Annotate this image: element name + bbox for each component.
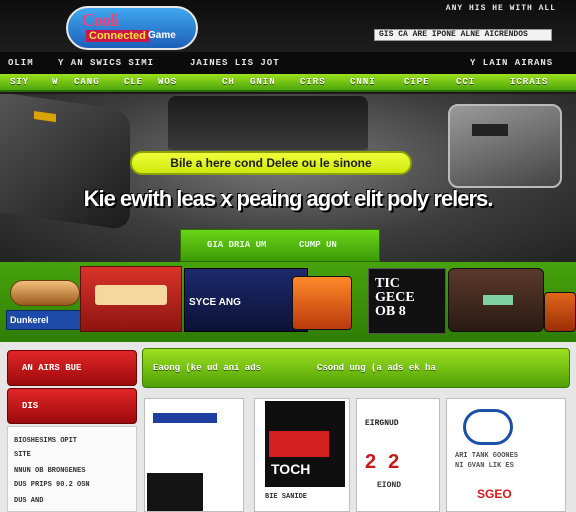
sidebar-button-label: DIS — [22, 401, 39, 411]
hero-headline: Kie ewith leas x peaing agot elit poly r… — [83, 186, 494, 211]
logo-subtext: Connected — [86, 30, 149, 42]
product-image[interactable]: SYCE ANG — [184, 268, 308, 332]
product-image[interactable] — [544, 292, 576, 332]
subnav-item[interactable]: Y AN SWICS SIMI — [58, 58, 154, 68]
product-label: Dunkerel — [10, 315, 49, 325]
product-image[interactable] — [448, 268, 544, 332]
nav-item[interactable]: CLE — [124, 77, 143, 87]
content-tab-bar: Eaong (ke ud ani ads Csond ung (a ads ek… — [142, 348, 570, 388]
product-image[interactable] — [80, 266, 182, 332]
card-caption: BIE SANIDE — [265, 493, 308, 501]
nav-item[interactable]: W — [52, 77, 58, 87]
hero-cta-bar[interactable]: GIA DRIA UM CUMP UN — [180, 229, 380, 262]
nav-item[interactable]: CANG — [74, 77, 100, 87]
sidebar-button[interactable]: DIS — [7, 388, 137, 424]
nav-item[interactable]: CH — [222, 77, 235, 87]
brand-logo — [463, 409, 513, 445]
sidebar-line[interactable]: DUS PRIPS 90.2 OSN — [14, 481, 90, 489]
search-bar[interactable]: GIS CA ARE IPONE ALNE AICRENDOS — [374, 29, 552, 41]
subnav-item[interactable]: JAINES LIS JOT — [190, 58, 280, 68]
nav-item[interactable]: WOS — [158, 77, 177, 87]
subnav-item[interactable]: Y LAIN AIRANS — [470, 58, 553, 68]
product-card[interactable]: TOCH BIE SANIDE — [254, 398, 350, 512]
card-title: EIRGNUD — [365, 419, 399, 428]
header: Cooli Connected Game ANY HIS HE WITH ALL… — [0, 0, 576, 52]
top-links[interactable]: ANY HIS HE WITH ALL — [446, 4, 556, 13]
hero-banner: Bile a here cond Delee ou le sinone Kie … — [0, 94, 576, 262]
cta-left[interactable]: GIA DRIA UM — [207, 240, 266, 250]
product-band: Dunkerel SYCE ANG TIC GECE OB 8 — [0, 262, 576, 342]
nav-item[interactable]: GNIN — [250, 77, 276, 87]
product-card[interactable]: ARI TANK GOONES NI GVAN LIK ES SGEO — [446, 398, 566, 512]
card-thumbnail — [147, 473, 203, 511]
logo-tag: Game — [148, 30, 176, 41]
sidebar-panel: BIOSHESIMS OPIT SITE NNUN OB BRONGENES D… — [7, 426, 137, 512]
sidebar-line[interactable]: NNUN OB BRONGENES — [14, 467, 85, 475]
nav-item[interactable]: ICRAIS — [510, 77, 548, 87]
nav-item[interactable]: CIRS — [300, 77, 326, 87]
site-logo[interactable]: Cooli Connected Game — [66, 6, 198, 50]
sidebar-button[interactable]: AN AIRS BUE — [7, 350, 137, 386]
logo-text: Cooli — [82, 10, 119, 30]
product-card[interactable] — [144, 398, 244, 512]
product-image[interactable]: Dunkerel — [6, 310, 82, 330]
nav-item[interactable]: CIPE — [404, 77, 430, 87]
tab-right[interactable]: Csond ung (a ads ek ha — [317, 363, 436, 373]
product-label: SYCE ANG — [189, 297, 241, 308]
card-number: 22 — [365, 451, 412, 473]
main-content: AN AIRS BUE DIS BIOSHESIMS OPIT SITE NNU… — [0, 342, 576, 512]
sidebar-button-label: AN AIRS BUE — [22, 363, 82, 373]
device-image — [448, 104, 562, 188]
nav-item[interactable]: CNNI — [350, 77, 376, 87]
category-nav: SIY W CANG CLE WOS CH GNIN CIRS CNNI CIP… — [0, 74, 576, 92]
device-image — [168, 96, 368, 156]
cta-right[interactable]: CUMP UN — [299, 240, 337, 250]
promo-pill[interactable]: Bile a here cond Delee ou le sinone — [130, 151, 412, 175]
product-image[interactable] — [292, 276, 352, 330]
product-image[interactable] — [10, 280, 80, 306]
card-text: ARI TANK GOONES NI GVAN LIK ES — [455, 452, 519, 470]
nav-item[interactable]: CCI — [456, 77, 475, 87]
sub-navigation: OLIM Y AN SWICS SIMI JAINES LIS JOT Y LA… — [0, 52, 576, 74]
card-price: SGEO — [477, 487, 512, 501]
subnav-item[interactable]: OLIM — [8, 58, 34, 68]
sidebar-line[interactable]: SITE — [14, 451, 31, 459]
product-card[interactable]: EIRGNUD 22 EIOND — [356, 398, 440, 512]
product-image[interactable]: TIC GECE OB 8 — [368, 268, 446, 334]
card-banner — [153, 413, 217, 423]
card-image: TOCH — [265, 401, 345, 487]
sidebar-line[interactable]: BIOSHESIMS OPIT — [14, 437, 77, 445]
card-subtitle: EIOND — [377, 481, 402, 490]
product-label: TIC GECE OB 8 — [375, 276, 415, 319]
nav-item[interactable]: SIY — [10, 77, 29, 87]
tab-left[interactable]: Eaong (ke ud ani ads — [153, 363, 261, 373]
sidebar-line[interactable]: DUS AND — [14, 497, 43, 505]
